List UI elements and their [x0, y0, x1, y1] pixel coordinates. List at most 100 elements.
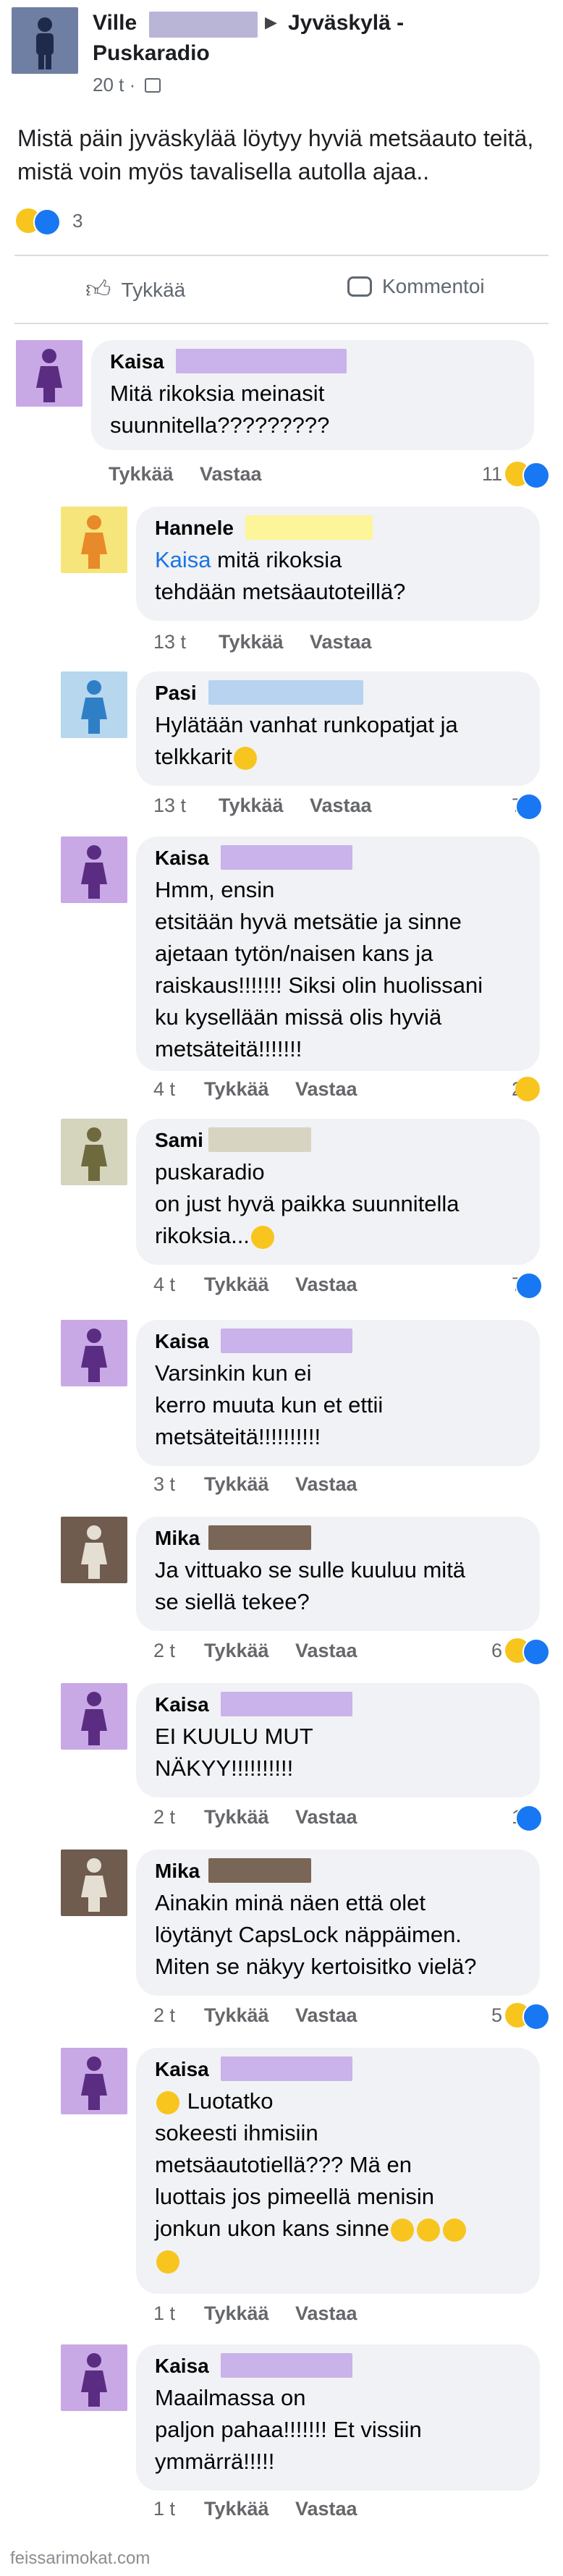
post-timestamp[interactable]: 20 t ·: [93, 74, 135, 96]
comment-reply-button[interactable]: Vastaa: [310, 795, 372, 817]
commenter-avatar[interactable]: [61, 1683, 127, 1750]
mention-link[interactable]: Kaisa: [155, 547, 211, 572]
commenter-name[interactable]: Kaisa: [110, 350, 164, 373]
commenter-avatar[interactable]: [61, 1320, 127, 1386]
comment-like-button[interactable]: Tykkää: [204, 1640, 269, 1662]
censored-name-bar: [221, 1329, 352, 1353]
comment-reply-button[interactable]: Vastaa: [295, 2498, 357, 2520]
comment-text-body: Luotatko sokeesti ihmisiin metsäautotiel…: [155, 2088, 434, 2241]
comment-text-body: puskaradio on just hyvä paikka suunnitel…: [155, 1159, 460, 1248]
comment-like-button[interactable]: Tykkää: [204, 2004, 269, 2027]
comment-timestamp[interactable]: 4 t: [153, 1274, 175, 1296]
comment-like-button[interactable]: Tykkää: [204, 2302, 269, 2325]
divider: [14, 323, 549, 324]
post-author-name[interactable]: Ville: [93, 9, 137, 38]
commenter-avatar[interactable]: [61, 671, 127, 738]
comment-reaction-count[interactable]: 11: [482, 463, 502, 486]
comment-like-button[interactable]: Tykkää: [204, 2498, 269, 2520]
comment-timestamp[interactable]: 1 t: [153, 2498, 175, 2520]
comment-timestamp[interactable]: 2 t: [153, 2004, 175, 2027]
comment-text: Luotatko sokeesti ihmisiin metsäautotiel…: [155, 2085, 530, 2276]
censored-name-bar: [208, 1525, 311, 1550]
thumb-up-icon: 👍︎: [85, 276, 111, 303]
comment-reply-button[interactable]: Vastaa: [295, 1078, 357, 1101]
reaction-count: 5: [491, 2004, 502, 2026]
watermark: feissarimokat.com: [10, 2549, 151, 2568]
censored-name-bar: [208, 1858, 311, 1883]
commenter-name[interactable]: Pasi: [155, 682, 197, 705]
commenter-name[interactable]: Kaisa: [155, 2355, 209, 2378]
comment-bubble-icon: [347, 276, 372, 297]
haha-reaction-icon: [515, 1077, 540, 1101]
post-author-avatar[interactable]: [12, 7, 78, 74]
commenter-name[interactable]: Hannele: [155, 517, 234, 540]
comment-timestamp[interactable]: 13 t: [153, 795, 186, 817]
comment-reply-button[interactable]: Vastaa: [310, 631, 372, 653]
comment-reply-button[interactable]: Vastaa: [295, 2004, 357, 2027]
censored-name-bar: [221, 845, 352, 870]
commenter-avatar[interactable]: [61, 2344, 127, 2411]
commenter-name[interactable]: Kaisa: [155, 1693, 209, 1716]
grinning-emoji: [391, 2218, 415, 2242]
commenter-name[interactable]: Kaisa: [155, 2058, 209, 2081]
comment-timestamp[interactable]: 13 t: [153, 631, 186, 653]
commenter-avatar[interactable]: [61, 2048, 127, 2114]
comment-text-body: Varsinkin kun ei kerro muuta kun et etti…: [155, 1360, 384, 1449]
commenter-name[interactable]: Kaisa: [155, 1330, 209, 1353]
commenter-name[interactable]: Mika: [155, 1860, 200, 1883]
comment-text-body: Mitä rikoksia meinasit suunnitella??????…: [110, 381, 330, 438]
comment-timestamp[interactable]: 3 t: [153, 1473, 175, 1496]
like-reaction-icon: [522, 2003, 550, 2030]
comment-timestamp[interactable]: 4 t: [153, 1078, 175, 1101]
comment-reply-button[interactable]: Vastaa: [295, 2302, 357, 2325]
comment-text-body: Maailmassa on paljon pahaa!!!!!!! Et vis…: [155, 2385, 422, 2474]
comment-like-button[interactable]: Tykkää: [204, 1473, 269, 1496]
laughing-emoji: [250, 1225, 274, 1249]
comment-like-button[interactable]: Tykkää: [204, 1806, 269, 1829]
commenter-avatar[interactable]: [16, 340, 82, 407]
rofl-emoji: [156, 2250, 179, 2274]
comment-like-button[interactable]: Tykkää: [204, 1274, 269, 1296]
like-button[interactable]: 👍︎ Tykkää: [85, 275, 185, 305]
tears-of-joy-emoji: [417, 2218, 441, 2242]
comment-text-body: EI KUULU MUT NÄKYY!!!!!!!!!!: [155, 1724, 313, 1781]
comment-button[interactable]: Kommentoi: [347, 275, 485, 298]
comment-timestamp[interactable]: 2 t: [153, 1640, 175, 1662]
commenter-avatar[interactable]: [61, 507, 127, 573]
commenter-avatar[interactable]: [61, 1119, 127, 1185]
commenter-avatar[interactable]: [61, 1517, 127, 1583]
commenter-name[interactable]: Mika: [155, 1527, 200, 1550]
comment-text: Maailmassa on paljon pahaa!!!!!!! Et vis…: [155, 2382, 530, 2478]
comment-reaction-count[interactable]: 5: [491, 2004, 502, 2027]
comment-reply-button[interactable]: Vastaa: [295, 1473, 357, 1496]
comment-reaction-count[interactable]: 6: [491, 1640, 502, 1662]
comment-reply-button[interactable]: Vastaa: [295, 1640, 357, 1662]
comment-reply-button[interactable]: Vastaa: [200, 463, 262, 486]
censored-name-bar: [176, 349, 347, 373]
comment-reply-button[interactable]: Vastaa: [295, 1274, 357, 1296]
censored-name-bar: [149, 12, 258, 38]
post-reactions[interactable]: 3: [16, 207, 117, 236]
comment-timestamp[interactable]: 2 t: [153, 1806, 175, 1829]
like-reaction-icon: [522, 1638, 550, 1666]
comment-like-button[interactable]: Tykkää: [219, 631, 284, 653]
censored-name-bar: [208, 680, 363, 705]
comment-like-button[interactable]: Tykkää: [204, 1078, 269, 1101]
group-name-line-2[interactable]: Puskaradio: [93, 39, 210, 68]
commenter-name[interactable]: Sami: [155, 1129, 203, 1152]
commenter-name[interactable]: Kaisa: [155, 847, 209, 870]
commenter-avatar[interactable]: [61, 836, 127, 903]
like-button-label: Tykkää: [121, 278, 186, 301]
comment-text: EI KUULU MUT NÄKYY!!!!!!!!!!: [155, 1721, 530, 1784]
comment-button-label: Kommentoi: [382, 275, 485, 297]
like-reaction-icon: [33, 208, 61, 236]
group-name[interactable]: Jyväskylä -: [288, 9, 404, 38]
comment-timestamp[interactable]: 1 t: [153, 2302, 175, 2325]
commenter-avatar[interactable]: [61, 1850, 127, 1916]
comment-text: Hylätään vanhat runkopatjat ja telkkarit: [155, 709, 530, 773]
reaction-count: 3: [72, 210, 83, 232]
comment-like-button[interactable]: Tykkää: [219, 795, 284, 817]
comment-reply-button[interactable]: Vastaa: [295, 1806, 357, 1829]
comment-like-button[interactable]: Tykkää: [109, 463, 174, 486]
comment-text-body: Hmm, ensin etsitään hyvä metsätie ja sin…: [155, 877, 483, 1062]
